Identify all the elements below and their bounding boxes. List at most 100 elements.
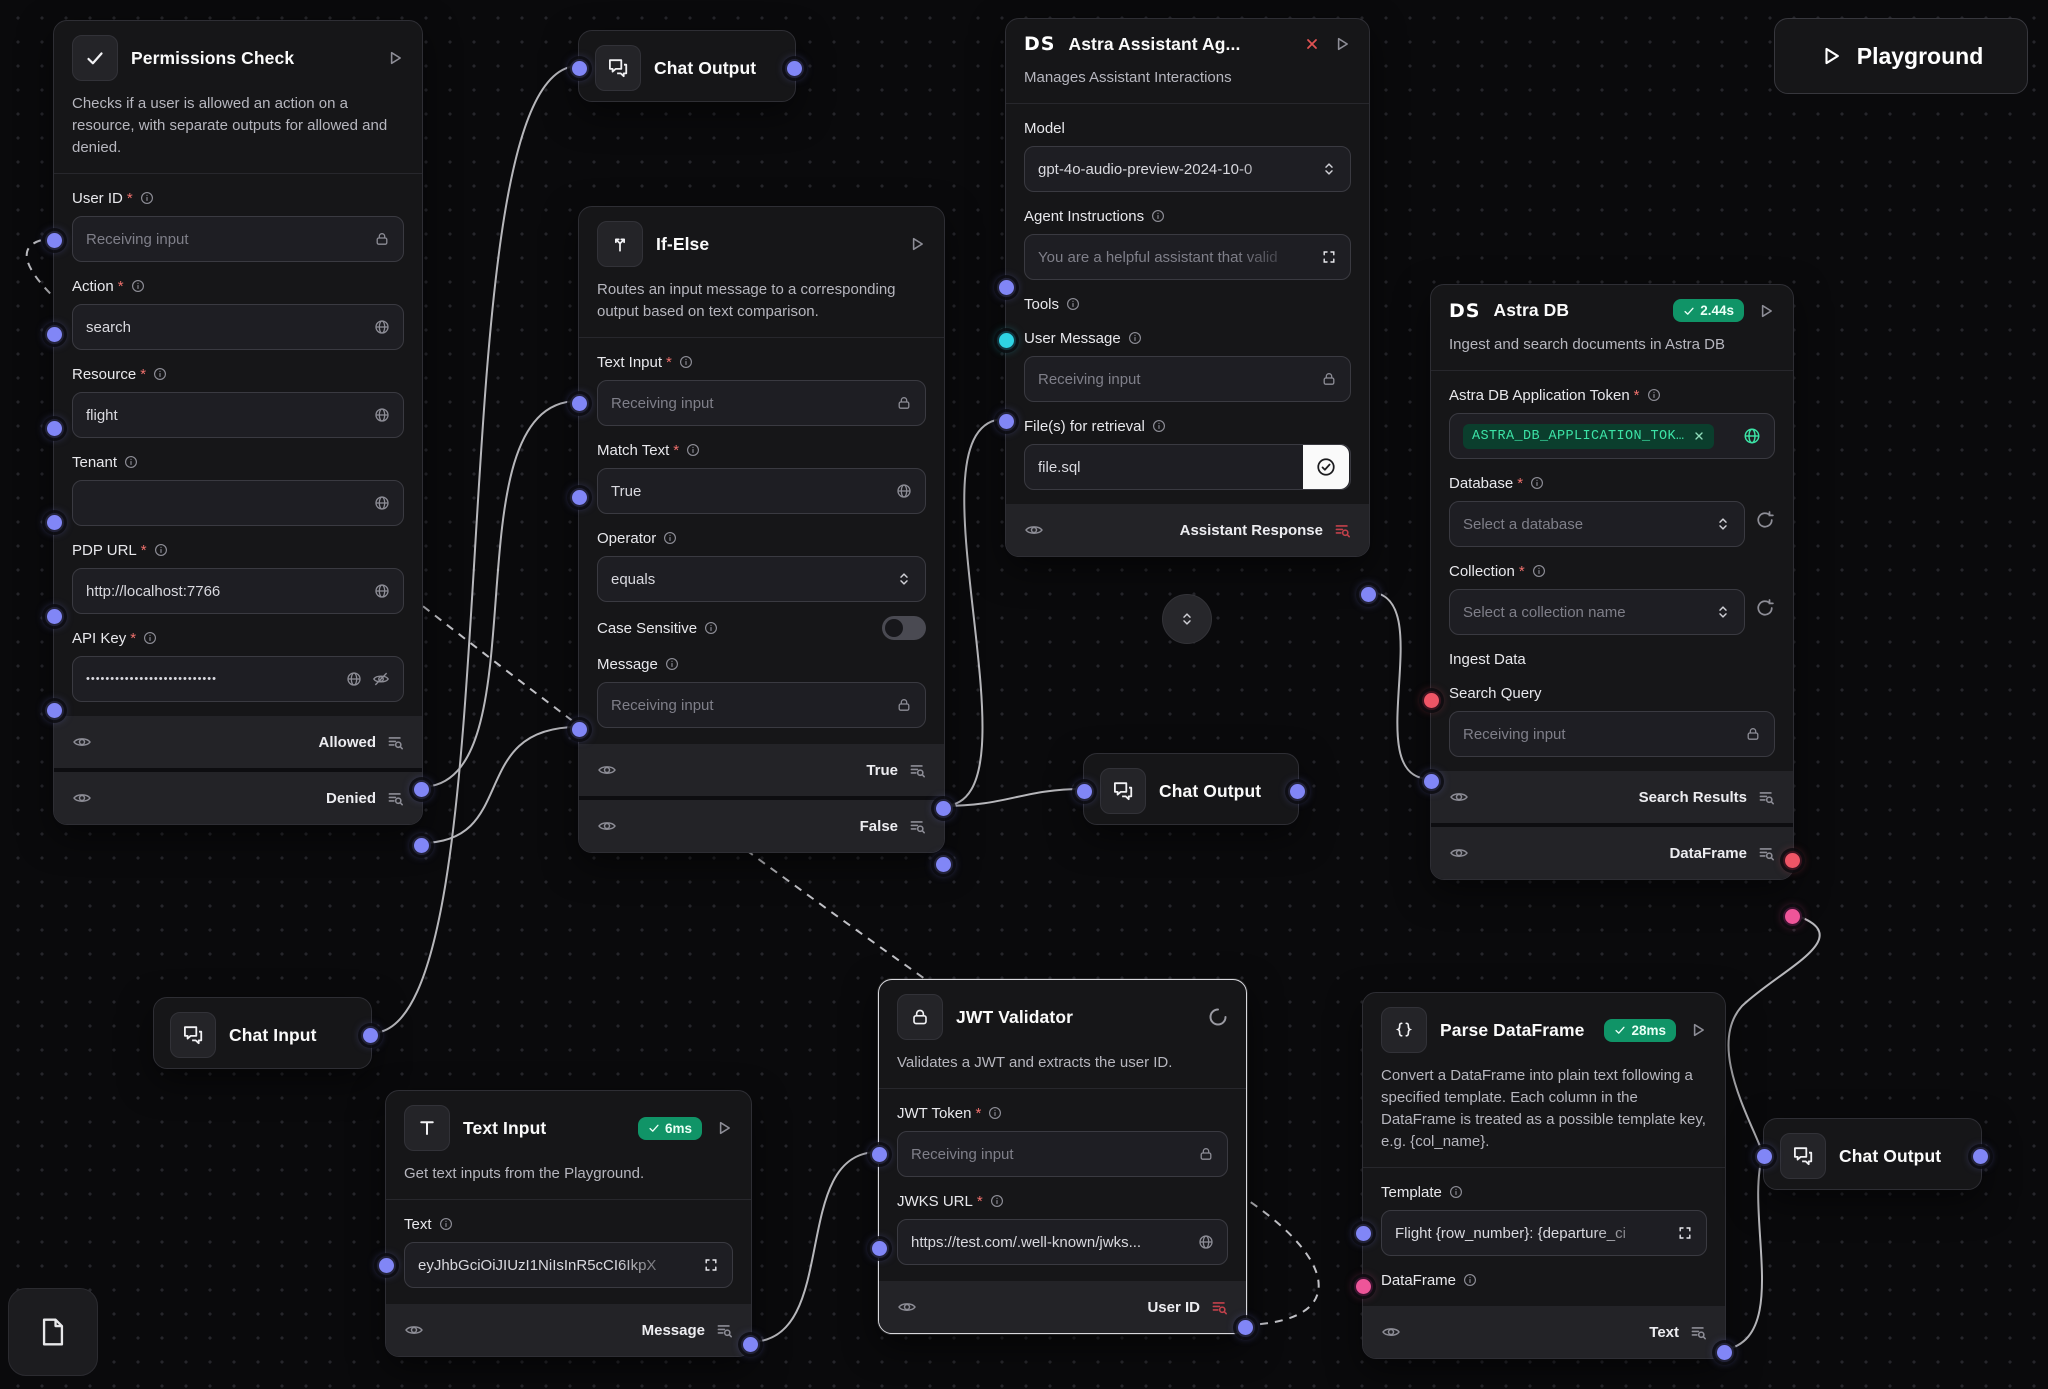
model-select[interactable]: gpt-4o-audio-preview-2024-10-0 bbox=[1024, 146, 1351, 192]
close-icon[interactable] bbox=[1693, 430, 1705, 442]
play-icon[interactable] bbox=[1689, 1021, 1707, 1039]
database-select[interactable]: Select a database bbox=[1449, 501, 1745, 547]
eye-icon[interactable] bbox=[72, 788, 92, 808]
handle-assistant-response-out[interactable] bbox=[1359, 585, 1378, 604]
output-row-allowed[interactable]: Allowed bbox=[54, 716, 422, 768]
playground-button[interactable]: Playground bbox=[1774, 18, 2028, 94]
handle-dataframe-out[interactable] bbox=[1783, 907, 1802, 926]
operator-select[interactable]: equals bbox=[597, 556, 926, 602]
expand-icon[interactable] bbox=[703, 1257, 719, 1273]
list-search-icon[interactable] bbox=[908, 817, 926, 835]
play-icon[interactable] bbox=[386, 49, 404, 67]
list-search-icon[interactable] bbox=[715, 1321, 733, 1339]
handle-ingest-data[interactable] bbox=[1422, 691, 1441, 710]
expand-icon[interactable] bbox=[1321, 249, 1337, 265]
output-row-text[interactable]: Text bbox=[1363, 1306, 1725, 1358]
globe-icon[interactable] bbox=[1198, 1234, 1214, 1250]
handle-message[interactable] bbox=[570, 720, 589, 739]
node-jwt-validator[interactable]: JWT Validator Validates a JWT and extrac… bbox=[878, 979, 1247, 1334]
handle-jwks-url[interactable] bbox=[870, 1239, 889, 1258]
text-input-value[interactable]: eyJhbGciOiJIUzI1NiIsInR5cCI6IkpX bbox=[404, 1242, 733, 1288]
token-input[interactable]: ASTRA_DB_APPLICATION_TOK… bbox=[1449, 413, 1775, 459]
handle-text[interactable] bbox=[377, 1256, 396, 1275]
node-astra-db[interactable]: DS Astra DB 2.44s Ingest and search docu… bbox=[1430, 284, 1794, 880]
output-row-dataframe[interactable]: DataFrame bbox=[1431, 823, 1793, 879]
handle-dataframe-in[interactable] bbox=[1354, 1277, 1373, 1296]
template-input[interactable]: Flight {row_number}: {departure_ci bbox=[1381, 1210, 1707, 1256]
handle-tools[interactable] bbox=[997, 331, 1016, 350]
globe-icon[interactable] bbox=[896, 483, 912, 499]
handle-search-results-out[interactable] bbox=[1783, 851, 1802, 870]
list-search-icon[interactable] bbox=[1757, 788, 1775, 806]
node-chat-output-top[interactable]: Chat Output bbox=[578, 30, 796, 102]
search-query-input[interactable]: Receiving input bbox=[1449, 711, 1775, 757]
play-icon[interactable] bbox=[908, 235, 926, 253]
globe-icon[interactable] bbox=[374, 583, 390, 599]
handle-template[interactable] bbox=[1354, 1224, 1373, 1243]
handle-message-out[interactable] bbox=[741, 1335, 760, 1354]
expand-node-button[interactable] bbox=[1162, 594, 1212, 644]
handle-jwt-token[interactable] bbox=[870, 1145, 889, 1164]
handle-search-query[interactable] bbox=[1422, 772, 1441, 791]
node-permissions-check[interactable]: Permissions Check Checks if a user is al… bbox=[53, 20, 423, 825]
eye-icon[interactable] bbox=[597, 816, 617, 836]
file-panel-button[interactable] bbox=[8, 1288, 98, 1376]
list-search-icon[interactable] bbox=[908, 761, 926, 779]
handle-chat-output-in[interactable] bbox=[570, 59, 589, 78]
file-confirm-button[interactable] bbox=[1303, 445, 1349, 489]
handle-api-key[interactable] bbox=[45, 701, 64, 720]
files-input[interactable]: file.sql bbox=[1024, 444, 1351, 490]
eye-icon[interactable] bbox=[897, 1297, 917, 1317]
message-input[interactable]: Receiving input bbox=[597, 682, 926, 728]
handle-chat-output-in[interactable] bbox=[1075, 782, 1094, 801]
play-icon[interactable] bbox=[715, 1119, 733, 1137]
resource-input[interactable]: flight bbox=[72, 392, 404, 438]
action-input[interactable]: search bbox=[72, 304, 404, 350]
handle-denied-out[interactable] bbox=[412, 836, 431, 855]
handle-action[interactable] bbox=[45, 325, 64, 344]
text-input-input[interactable]: Receiving input bbox=[597, 380, 926, 426]
handle-allowed-out[interactable] bbox=[412, 780, 431, 799]
output-row-assistant-response[interactable]: Assistant Response bbox=[1006, 504, 1369, 556]
eye-off-icon[interactable] bbox=[372, 670, 390, 688]
refresh-icon[interactable] bbox=[1755, 510, 1775, 530]
eye-icon[interactable] bbox=[1381, 1322, 1401, 1342]
node-parse-dataframe[interactable]: Parse DataFrame 28ms Convert a DataFrame… bbox=[1362, 992, 1726, 1359]
jwt-token-input[interactable]: Receiving input bbox=[897, 1131, 1228, 1177]
jwks-url-input[interactable]: https://test.com/.well-known/jwks... bbox=[897, 1219, 1228, 1265]
pdp-url-input[interactable]: http://localhost:7766 bbox=[72, 568, 404, 614]
output-row-true[interactable]: True bbox=[579, 744, 944, 796]
list-search-icon[interactable] bbox=[1757, 844, 1775, 862]
play-icon[interactable] bbox=[1757, 302, 1775, 320]
list-search-icon[interactable] bbox=[386, 789, 404, 807]
handle-chat-output-out[interactable] bbox=[1971, 1147, 1990, 1166]
node-chat-input[interactable]: Chat Input bbox=[153, 997, 372, 1069]
node-astra-assistant[interactable]: DS Astra Assistant Ag... Manages Assista… bbox=[1005, 18, 1370, 557]
expand-icon[interactable] bbox=[1677, 1225, 1693, 1241]
globe-icon[interactable] bbox=[1743, 427, 1761, 445]
handle-text-input[interactable] bbox=[570, 394, 589, 413]
case-sensitive-toggle[interactable] bbox=[882, 616, 926, 640]
output-row-denied[interactable]: Denied bbox=[54, 768, 422, 824]
handle-tenant[interactable] bbox=[45, 513, 64, 532]
user-id-input[interactable]: Receiving input bbox=[72, 216, 404, 262]
list-search-icon[interactable] bbox=[1210, 1298, 1228, 1316]
list-search-icon[interactable] bbox=[386, 733, 404, 751]
handle-user-id[interactable] bbox=[45, 231, 64, 250]
output-row-false[interactable]: False bbox=[579, 796, 944, 852]
globe-icon[interactable] bbox=[374, 407, 390, 423]
handle-user-id-out[interactable] bbox=[1236, 1318, 1255, 1337]
eye-icon[interactable] bbox=[1024, 520, 1044, 540]
globe-icon[interactable] bbox=[374, 319, 390, 335]
handle-chat-output-out[interactable] bbox=[1288, 782, 1307, 801]
output-row-search-results[interactable]: Search Results bbox=[1431, 771, 1793, 823]
eye-icon[interactable] bbox=[72, 732, 92, 752]
play-icon[interactable] bbox=[1333, 35, 1351, 53]
refresh-icon[interactable] bbox=[1755, 598, 1775, 618]
output-row-user-id[interactable]: User ID bbox=[879, 1281, 1246, 1333]
handle-false-out[interactable] bbox=[934, 855, 953, 874]
handle-chat-output-in[interactable] bbox=[1755, 1147, 1774, 1166]
match-text-input[interactable]: True bbox=[597, 468, 926, 514]
eye-icon[interactable] bbox=[1449, 843, 1469, 863]
close-icon[interactable] bbox=[1304, 36, 1320, 52]
